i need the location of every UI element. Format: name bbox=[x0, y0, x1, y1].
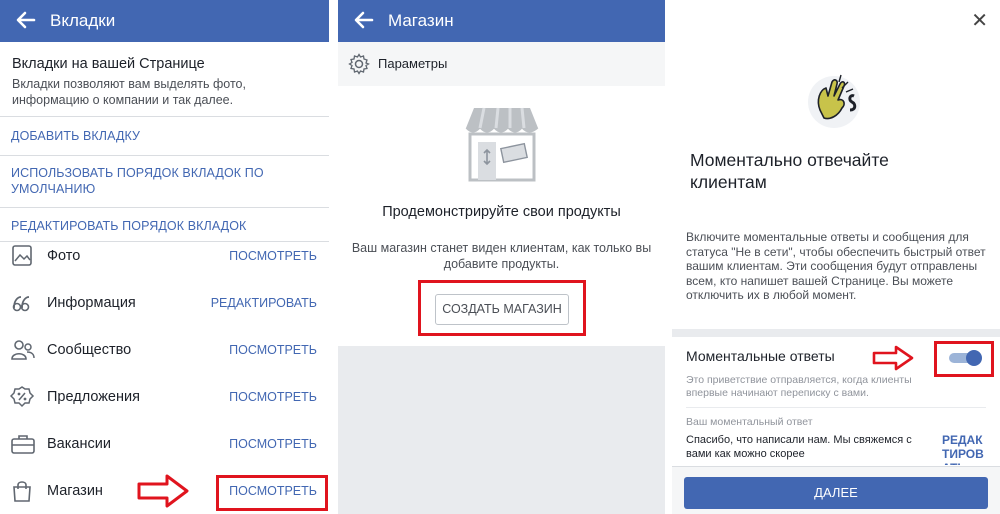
instant-replies-description: Включите моментальные ответы и сообщения… bbox=[686, 230, 986, 302]
separator bbox=[329, 0, 338, 514]
promo-description: Ваш магазин станет виден клиентам, как т… bbox=[351, 241, 652, 271]
next-button[interactable]: ДАЛЕЕ bbox=[684, 477, 988, 509]
toggle-hint: Это приветствие отправляется, когда клие… bbox=[686, 374, 912, 399]
tab-label: Магазин bbox=[47, 483, 103, 499]
instant-replies-toggle[interactable] bbox=[947, 349, 983, 367]
divider bbox=[0, 155, 329, 156]
view-jobs-link[interactable]: ПОСМОТРЕТЬ bbox=[229, 437, 317, 451]
params-row[interactable]: Параметры bbox=[338, 42, 665, 86]
tabs-header-title: Вкладки bbox=[50, 11, 116, 30]
params-label: Параметры bbox=[378, 56, 448, 71]
tabs-header: Вкладки bbox=[0, 0, 329, 42]
shop-header: Магазин bbox=[338, 0, 665, 42]
view-offers-link[interactable]: ПОСМОТРЕТЬ bbox=[229, 390, 317, 404]
edit-info-link[interactable]: РЕДАКТИРОВАТЬ bbox=[211, 296, 317, 310]
divider bbox=[686, 407, 986, 408]
create-shop-button[interactable]: СОЗДАТЬ МАГАЗИН bbox=[435, 294, 569, 325]
tabs-panel: Вкладки Вкладки на вашей Странице Вкладк… bbox=[0, 0, 329, 514]
highlight-box bbox=[216, 475, 328, 511]
offers-icon bbox=[10, 386, 35, 408]
tab-label: Вакансии bbox=[47, 436, 111, 452]
photo-icon bbox=[12, 245, 32, 266]
shop-header-title: Магазин bbox=[388, 11, 454, 30]
back-arrow-icon[interactable] bbox=[352, 8, 374, 32]
edit-reply-link[interactable]: РЕДАКТИРОВАТЬ bbox=[942, 433, 990, 465]
tab-row-info: Информация РЕДАКТИРОВАТЬ bbox=[0, 283, 329, 323]
community-icon bbox=[11, 340, 35, 360]
hand-wave-illustration-icon bbox=[808, 74, 860, 128]
tab-label: Информация bbox=[47, 295, 136, 311]
shop-panel: Магазин Параметры Продемонстрируйте свои… bbox=[338, 0, 665, 514]
storefront-icon bbox=[465, 107, 539, 182]
instant-replies-title: Моментально отвечайте клиентам bbox=[690, 150, 889, 192]
close-icon[interactable]: ✕ bbox=[971, 8, 988, 33]
tab-row-jobs: Вакансии ПОСМОТРЕТЬ bbox=[0, 424, 329, 464]
tab-row-photo: Фото ПОСМОТРЕТЬ bbox=[0, 236, 329, 276]
tab-label: Предложения bbox=[47, 389, 140, 405]
tab-label: Сообщество bbox=[47, 342, 132, 358]
arrow-right-icon bbox=[872, 345, 914, 371]
section-description: Вкладки позволяют вам выделять фото, инф… bbox=[12, 77, 246, 107]
promo-title: Продемонстрируйте свои продукты bbox=[382, 204, 621, 220]
use-default-order-link[interactable]: ИСПОЛЬЗОВАТЬ ПОРЯДОК ВКЛАДОК ПО УМОЛЧАНИ… bbox=[11, 165, 311, 197]
divider bbox=[0, 207, 329, 208]
instant-replies-panel: ✕ Моментально отвечайте клиентам Включит… bbox=[672, 0, 1000, 514]
divider bbox=[0, 116, 329, 117]
gear-icon bbox=[348, 53, 370, 75]
section-title: Вкладки на вашей Странице bbox=[12, 56, 205, 72]
view-community-link[interactable]: ПОСМОТРЕТЬ bbox=[229, 343, 317, 357]
your-reply-label: Ваш моментальный ответ bbox=[686, 416, 813, 428]
tab-row-offers: Предложения ПОСМОТРЕТЬ bbox=[0, 377, 329, 417]
separator bbox=[665, 0, 672, 514]
back-arrow-icon[interactable] bbox=[14, 8, 36, 32]
tab-row-community: Сообщество ПОСМОТРЕТЬ bbox=[0, 330, 329, 370]
tab-label: Фото bbox=[47, 248, 81, 264]
reply-text: Спасибо, что написали нам. Мы свяжемся с… bbox=[686, 434, 912, 460]
arrow-right-icon bbox=[137, 474, 189, 508]
briefcase-icon bbox=[11, 435, 35, 454]
info-icon bbox=[12, 296, 30, 312]
view-photo-link[interactable]: ПОСМОТРЕТЬ bbox=[229, 249, 317, 263]
instant-replies-toggle-label: Моментальные ответы bbox=[686, 348, 835, 364]
add-tab-link[interactable]: ДОБАВИТЬ ВКЛАДКУ bbox=[11, 128, 140, 144]
shop-bag-icon bbox=[13, 481, 31, 502]
section-divider bbox=[672, 329, 1000, 337]
edit-order-link[interactable]: РЕДАКТИРОВАТЬ ПОРЯДОК ВКЛАДОК bbox=[11, 218, 246, 234]
